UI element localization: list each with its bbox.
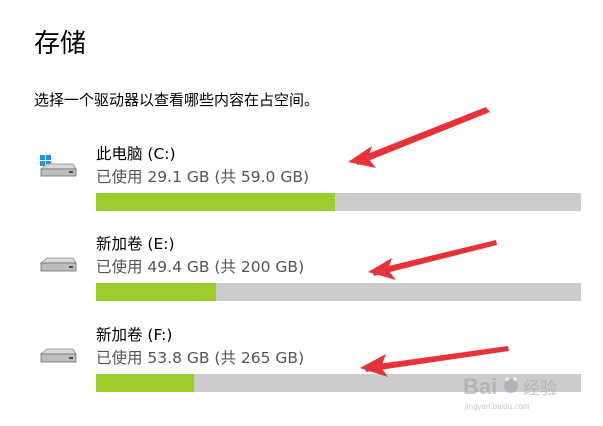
drive-item-c[interactable]: 此电脑 (C:) 已使用 29.1 GB (共 59.0 GB) [0,143,603,213]
svg-text:Bai: Bai [463,374,497,399]
usage-bar-fill [96,374,195,392]
windows-system-drive-icon [39,155,77,177]
drive-usage-text: 已使用 53.8 GB (共 265 GB) [96,349,305,367]
usage-bar-track [96,283,581,301]
hard-drive-icon [39,348,77,363]
drive-name: 新加卷 (F:) [96,326,173,344]
page-title: 存储 [34,29,87,59]
usage-bar-track [96,193,581,211]
usage-bar-fill [96,283,216,301]
usage-bar-fill [96,193,336,211]
hard-drive-icon [39,257,77,272]
drive-usage-text: 已使用 29.1 GB (共 59.0 GB) [96,168,310,186]
baidu-logo-icon: Bai 经验 jingyan.baidu.com [463,374,557,411]
svg-text:jingyan.baidu.com: jingyan.baidu.com [464,402,530,411]
drive-usage-text: 已使用 49.4 GB (共 200 GB) [96,258,305,276]
page-description: 选择一个驱动器以查看哪些内容在占空间。 [34,91,320,109]
baidu-watermark: Bai 经验 jingyan.baidu.com [457,368,577,414]
svg-text:经验: 经验 [523,379,557,399]
drive-item-e[interactable]: 新加卷 (E:) 已使用 49.4 GB (共 200 GB) [0,233,603,303]
drive-name: 此电脑 (C:) [96,145,176,163]
drive-name: 新加卷 (E:) [96,235,175,253]
